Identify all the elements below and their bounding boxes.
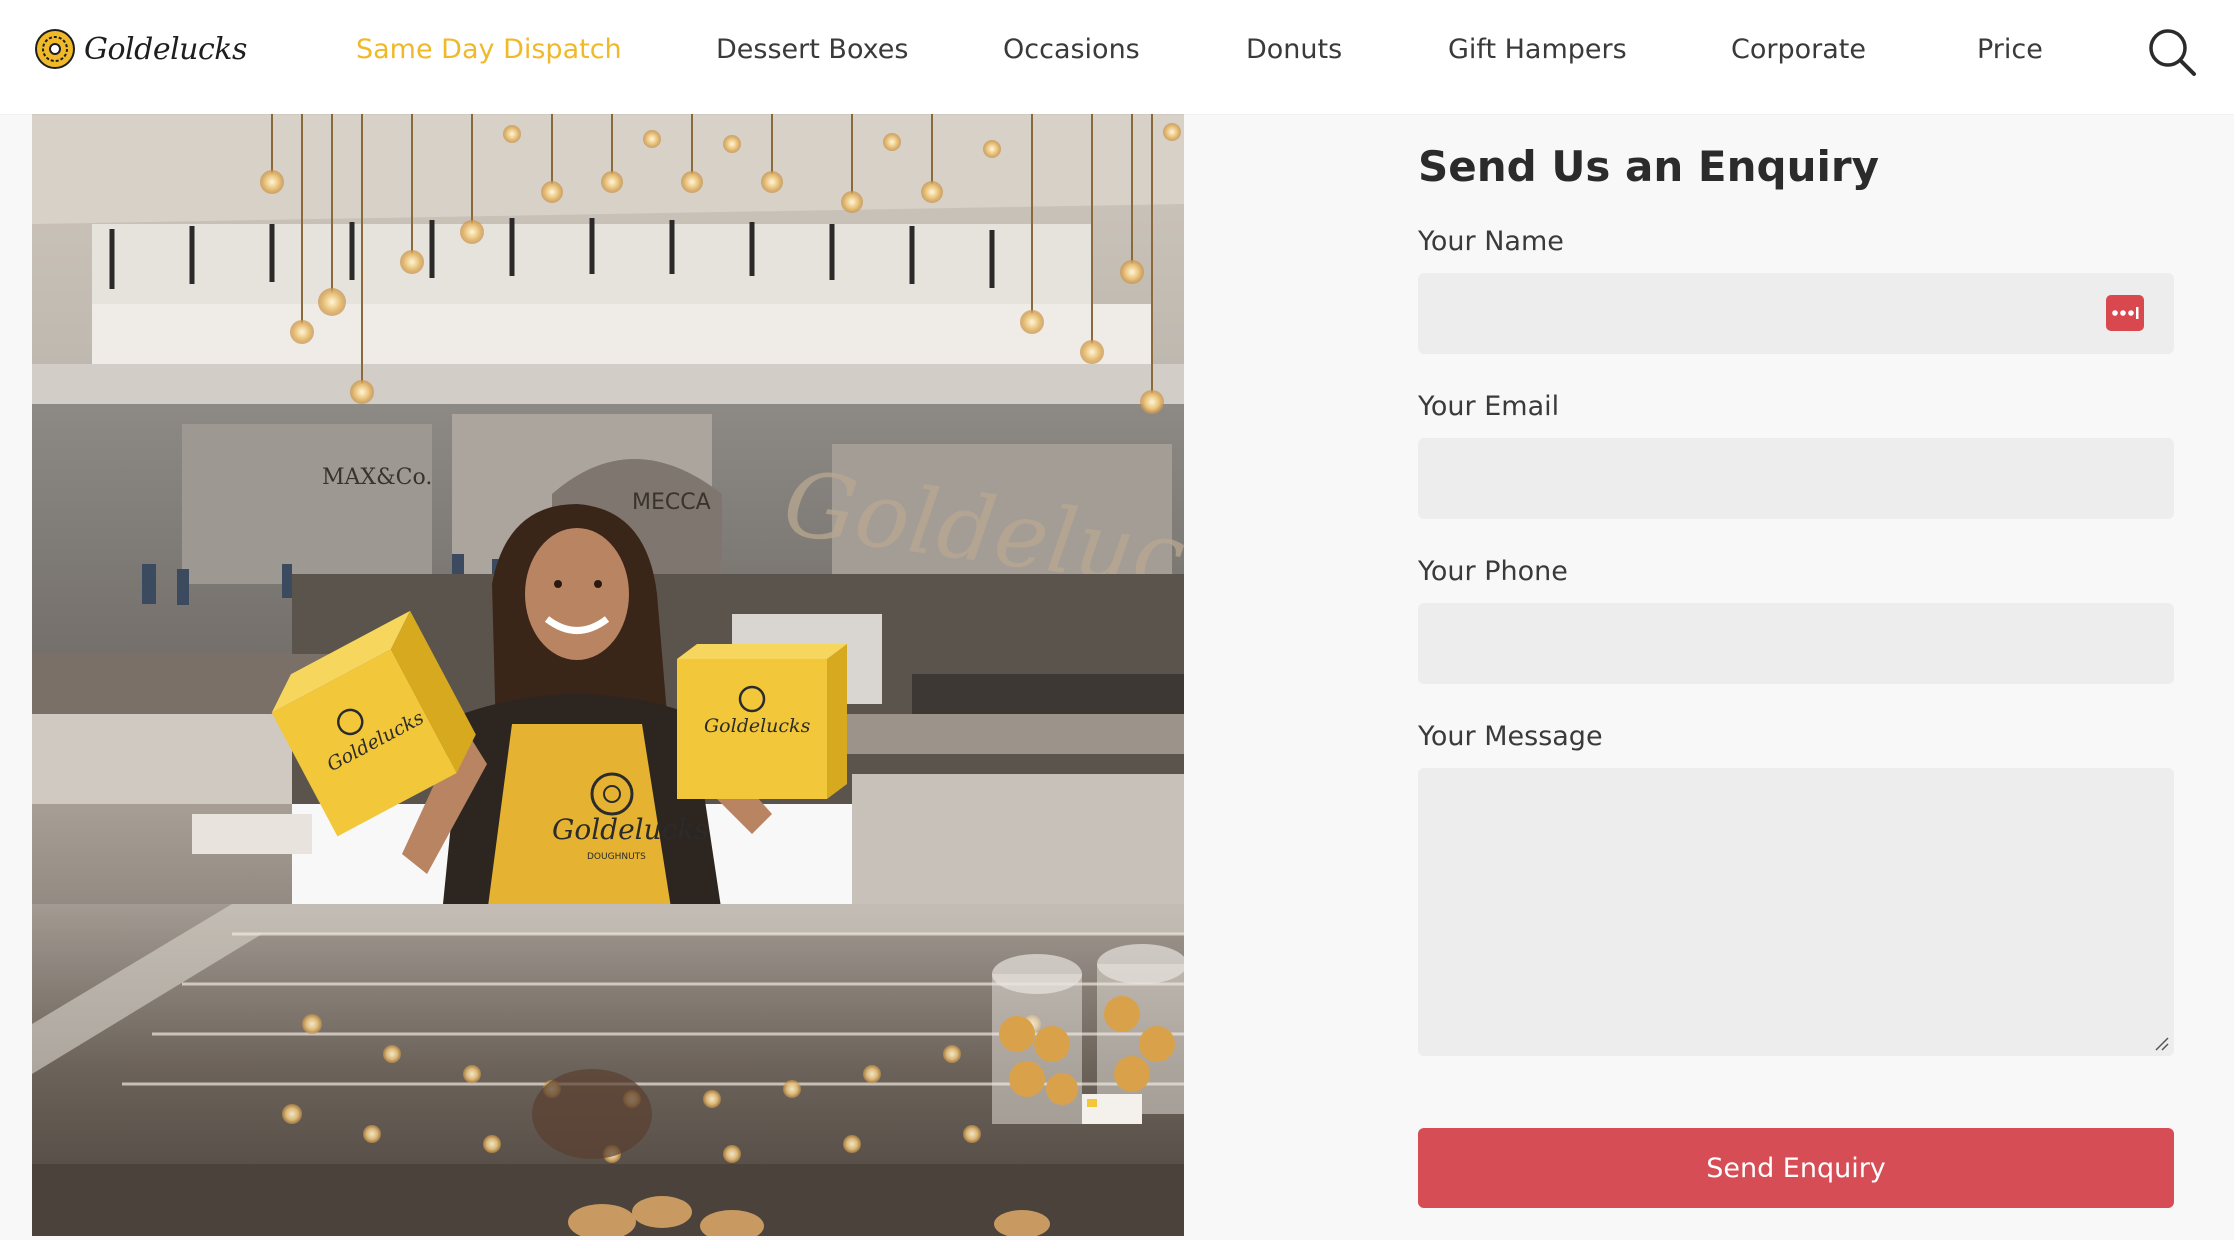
right-dessert-box: Goldelucks	[677, 644, 847, 799]
search-button[interactable]	[2146, 26, 2198, 78]
form-title: Send Us an Enquiry	[1418, 142, 1879, 191]
message-field[interactable]	[1418, 768, 2174, 1056]
password-manager-icon[interactable]	[2106, 295, 2144, 331]
resize-handle-icon[interactable]	[2154, 1036, 2170, 1052]
nav-corporate[interactable]: Corporate	[1731, 34, 1866, 65]
page-bottom-edge	[0, 1240, 2234, 1250]
nav-dessert-boxes[interactable]: Dessert Boxes	[716, 34, 908, 65]
store-photo: MAX&Co. MECCA Goldelucks Goldelucks DOUG…	[32, 114, 1184, 1236]
nav-gift-hampers[interactable]: Gift Hampers	[1448, 34, 1627, 65]
email-label: Your Email	[1418, 391, 1560, 422]
nav-occasions[interactable]: Occasions	[1003, 34, 1140, 65]
nav-price[interactable]: Price	[1977, 34, 2043, 65]
email-field[interactable]	[1418, 438, 2174, 519]
apron-sub: DOUGHNUTS	[587, 852, 646, 862]
right-box-brand: Goldelucks	[704, 715, 811, 737]
mecca-sign: MECCA	[632, 490, 711, 515]
phone-field[interactable]	[1418, 603, 2174, 684]
search-icon	[2149, 29, 2196, 76]
phone-label: Your Phone	[1418, 556, 1568, 587]
nav-same-day-dispatch[interactable]: Same Day Dispatch	[356, 34, 622, 65]
name-field[interactable]	[1418, 273, 2174, 354]
send-enquiry-button[interactable]: Send Enquiry	[1418, 1128, 2174, 1208]
main-nav: Same Day Dispatch Dessert Boxes Occasion…	[0, 0, 2234, 114]
message-label: Your Message	[1418, 721, 1603, 752]
dots-icon	[2112, 307, 2139, 319]
site-header: Goldelucks Same Day Dispatch Dessert Box…	[0, 0, 2234, 114]
apron-brand: Goldelucks	[552, 813, 709, 846]
name-label: Your Name	[1418, 226, 1564, 257]
maxco-sign: MAX&Co.	[322, 465, 432, 490]
staff-holding-boxes-image: MAX&Co. MECCA Goldelucks Goldelucks DOUG…	[32, 114, 1184, 1236]
nav-donuts[interactable]: Donuts	[1246, 34, 1342, 65]
